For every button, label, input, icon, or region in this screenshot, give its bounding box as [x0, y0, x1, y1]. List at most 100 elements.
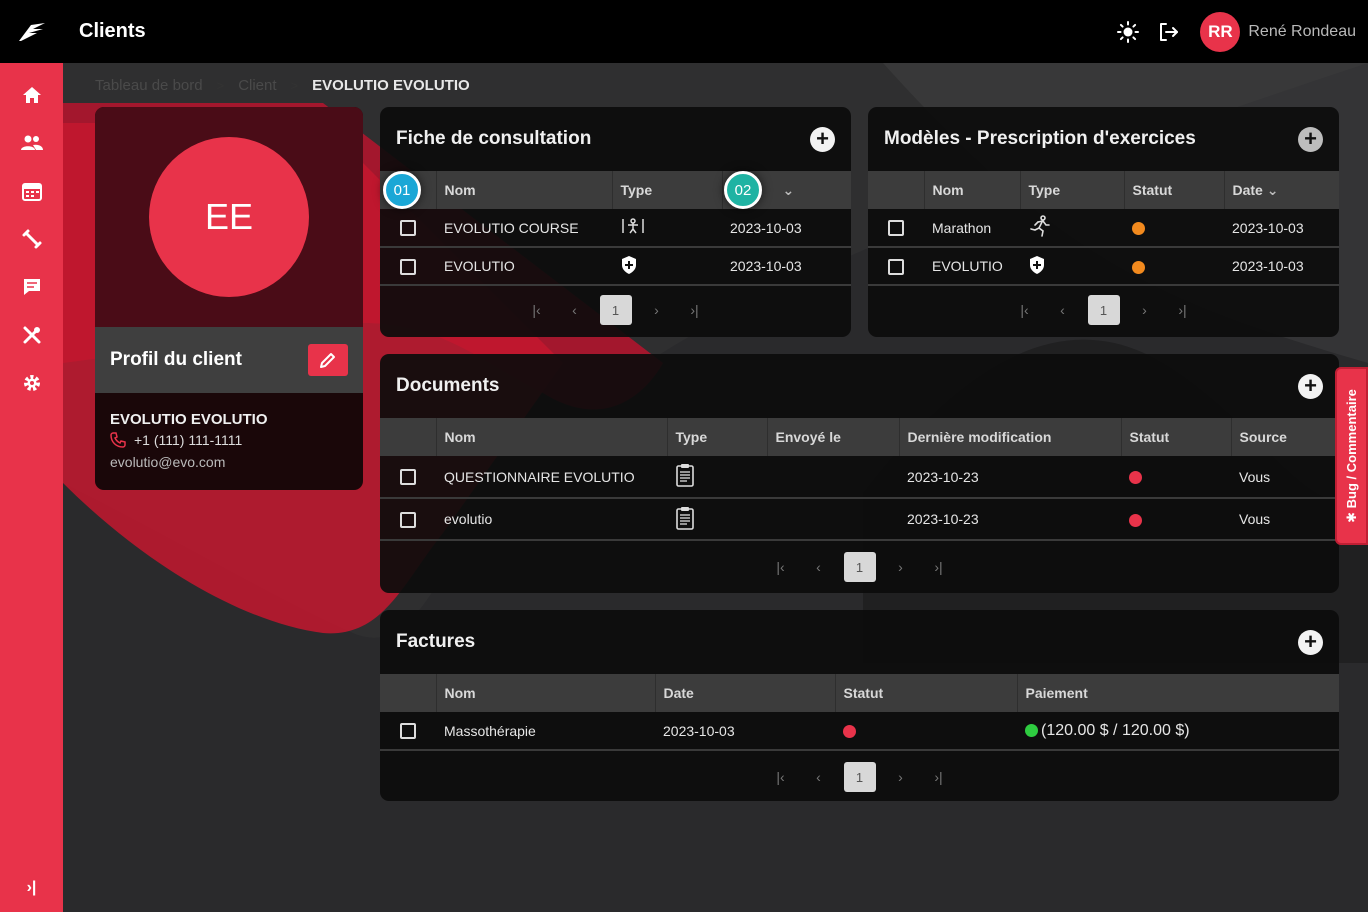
sidebar-item-tools[interactable] — [0, 311, 63, 359]
column-header-nom[interactable]: Nom — [436, 418, 668, 456]
page-title: Clients — [79, 20, 146, 42]
row-checkbox[interactable] — [400, 469, 416, 486]
sidebar-item-exercises[interactable] — [0, 215, 63, 263]
last-page-button[interactable]: ›| — [920, 769, 958, 785]
row-checkbox[interactable] — [400, 220, 416, 237]
row-checkbox[interactable] — [400, 511, 416, 528]
prev-page-button[interactable]: ‹ — [800, 559, 838, 575]
add-prescription-button[interactable]: + — [1298, 126, 1323, 152]
date-header-label: Date — [1232, 181, 1263, 198]
next-page-button[interactable]: › — [638, 302, 676, 318]
column-header-paiement[interactable]: Paiement — [1017, 674, 1339, 712]
first-page-button[interactable]: |‹ — [762, 559, 800, 575]
last-page-button[interactable]: ›| — [676, 302, 714, 318]
edit-profile-button[interactable] — [308, 344, 348, 376]
invoice-name[interactable]: Massothérapie — [436, 712, 655, 751]
column-header-nom[interactable]: Nom — [436, 171, 613, 209]
next-page-button[interactable]: › — [882, 769, 920, 785]
page-number[interactable]: 1 — [843, 552, 876, 582]
first-page-button[interactable]: |‹ — [518, 302, 556, 318]
consultation-name[interactable]: EVOLUTIO COURSE — [436, 209, 612, 248]
consultation-name[interactable]: EVOLUTIO — [436, 247, 612, 286]
sidebar-item-settings[interactable] — [0, 359, 63, 407]
next-page-button[interactable]: › — [1126, 302, 1164, 318]
body-scan-icon — [622, 218, 644, 234]
bug-report-tab[interactable]: ✱ Bug / Commentaire — [1335, 367, 1368, 545]
page-number[interactable]: 1 — [599, 295, 632, 325]
client-email[interactable]: evolutio@evo.com — [110, 454, 348, 470]
users-icon — [20, 135, 43, 150]
documents-title: Documents — [396, 375, 500, 396]
prev-page-button[interactable]: ‹ — [556, 302, 594, 318]
last-page-button[interactable]: ›| — [920, 559, 958, 575]
sidebar-expand-icon[interactable]: ›| — [0, 874, 63, 902]
row-checkbox[interactable] — [400, 723, 416, 740]
column-header-envoye[interactable]: Envoyé le — [767, 418, 900, 456]
shield-icon — [1030, 255, 1044, 274]
prescription-name[interactable]: Marathon — [924, 209, 1020, 248]
theme-toggle-sun-icon[interactable] — [1116, 20, 1140, 44]
column-header-nom[interactable]: Nom — [924, 171, 1021, 209]
sidebar-item-home[interactable] — [0, 71, 63, 119]
table-row[interactable]: evolutio 2023-10-23 Vous — [380, 498, 1339, 541]
sidebar-item-messages[interactable] — [0, 263, 63, 311]
page-number[interactable]: 1 — [843, 762, 876, 792]
column-header-date[interactable]: Date — [655, 674, 836, 712]
last-page-button[interactable]: ›| — [1164, 302, 1202, 318]
status-dot — [843, 725, 856, 739]
breadcrumb-client[interactable]: Client — [238, 77, 276, 94]
column-header-date[interactable]: Date ⌄ — [1224, 171, 1339, 209]
consultation-table: Nom Type ⌄ EVOLUTIO COURSE 2023-10-03 EV… — [380, 171, 851, 286]
prev-page-button[interactable]: ‹ — [800, 769, 838, 785]
logout-icon[interactable] — [1156, 20, 1180, 44]
prev-page-button[interactable]: ‹ — [1044, 302, 1082, 318]
column-header-modification[interactable]: Dernière modification — [899, 418, 1122, 456]
column-header-type[interactable]: Type — [1020, 171, 1125, 209]
row-checkbox[interactable] — [888, 258, 904, 275]
column-header-statut[interactable]: Statut — [835, 674, 1018, 712]
row-checkbox[interactable] — [400, 258, 416, 275]
breadcrumb-dashboard[interactable]: Tableau de bord — [95, 77, 203, 94]
invoice-date: 2023-10-03 — [655, 712, 835, 751]
phone-icon — [110, 432, 126, 448]
first-page-button[interactable]: |‹ — [1006, 302, 1044, 318]
prescription-name[interactable]: EVOLUTIO — [924, 247, 1020, 286]
table-row[interactable]: EVOLUTIO 2023-10-03 — [868, 247, 1339, 286]
step-badge-01: 01 — [383, 171, 421, 209]
status-dot — [1132, 260, 1145, 274]
payment-status-dot — [1025, 723, 1038, 737]
table-row[interactable]: Massothérapie 2023-10-03 (120.00 $ / 120… — [380, 712, 1339, 751]
document-name[interactable]: evolutio — [436, 498, 667, 541]
add-invoice-button[interactable]: + — [1298, 629, 1323, 655]
tools-icon — [23, 326, 40, 344]
table-row[interactable]: Marathon 2023-10-03 — [868, 209, 1339, 248]
sidebar-item-calendar[interactable] — [0, 167, 63, 215]
table-row[interactable]: QUESTIONNAIRE EVOLUTIO 2023-10-23 Vous — [380, 456, 1339, 499]
column-header-source[interactable]: Source — [1231, 418, 1339, 456]
document-sent-date — [767, 456, 899, 499]
add-consultation-button[interactable]: + — [810, 126, 835, 152]
column-header-type[interactable]: Type — [667, 418, 768, 456]
column-header-nom[interactable]: Nom — [436, 674, 656, 712]
app-logo[interactable] — [0, 0, 63, 63]
row-checkbox[interactable] — [888, 220, 904, 237]
table-row[interactable]: EVOLUTIO COURSE 2023-10-03 — [380, 209, 851, 248]
table-row[interactable]: EVOLUTIO 2023-10-03 — [380, 247, 851, 286]
page-number[interactable]: 1 — [1087, 295, 1120, 325]
sort-chevron-icon[interactable]: ⌄ — [783, 182, 795, 198]
first-page-button[interactable]: |‹ — [762, 769, 800, 785]
document-name[interactable]: QUESTIONNAIRE EVOLUTIO — [436, 456, 667, 499]
client-phone[interactable]: +1 (111) 111-1111 — [134, 432, 242, 448]
next-page-button[interactable]: › — [882, 559, 920, 575]
sidebar-item-clients[interactable] — [0, 119, 63, 167]
column-header-type[interactable]: Type — [612, 171, 723, 209]
column-header-statut[interactable]: Statut — [1124, 171, 1225, 209]
sort-chevron-icon[interactable]: ⌄ — [1267, 182, 1279, 198]
prescription-date: 2023-10-03 — [1224, 247, 1339, 286]
add-document-button[interactable]: + — [1298, 373, 1323, 399]
breadcrumb-separator: > — [216, 78, 225, 93]
user-avatar[interactable]: RR — [1200, 11, 1241, 52]
status-dot — [1129, 471, 1142, 485]
column-header-statut[interactable]: Statut — [1121, 418, 1232, 456]
user-name[interactable]: René Rondeau — [1248, 23, 1356, 41]
